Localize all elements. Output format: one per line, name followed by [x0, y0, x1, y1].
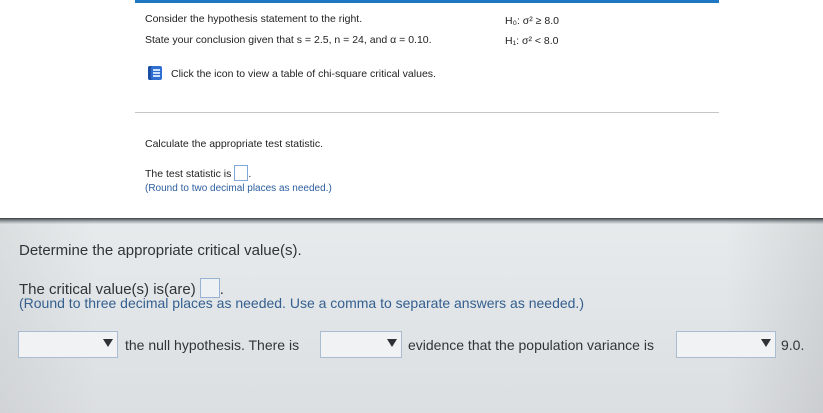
- chevron-down-icon: [761, 339, 771, 347]
- test-statistic-row: The test statistic is.: [145, 165, 251, 181]
- test-statistic-label: The test statistic is: [145, 168, 232, 180]
- conclusion-text-2: evidence that the population variance is: [408, 337, 654, 353]
- chevron-down-icon: [103, 339, 113, 347]
- alternative-hypothesis: H₁: σ² < 8.0: [505, 35, 559, 47]
- test-statistic-rounding-note: (Round to two decimal places as needed.): [145, 183, 332, 194]
- book-icon[interactable]: [148, 66, 162, 80]
- test-statistic-heading: Calculate the appropriate test statistic…: [145, 138, 324, 150]
- question-line-2: State your conclusion given that s = 2.5…: [145, 34, 432, 46]
- photographed-panel: Determine the appropriate critical value…: [0, 218, 823, 413]
- reject-decision-select[interactable]: [18, 331, 118, 358]
- critical-value-rounding-note: (Round to three decimal places as needed…: [19, 295, 584, 311]
- chevron-down-icon: [387, 339, 397, 347]
- section-divider: [135, 112, 719, 113]
- conclusion-text-1: the null hypothesis. There is: [125, 337, 300, 353]
- chi-square-table-link-text: Click the icon to view a table of chi-sq…: [171, 68, 436, 80]
- test-statistic-suffix: .: [248, 168, 252, 180]
- question-line-1: Consider the hypothesis statement to the…: [145, 13, 363, 25]
- variance-comparison-select[interactable]: [676, 331, 776, 358]
- null-hypothesis: H₀: σ² ≥ 8.0: [505, 15, 559, 27]
- problem-panel: Consider the hypothesis statement to the…: [0, 0, 823, 218]
- evidence-select[interactable]: [320, 331, 402, 358]
- top-accent-bar: [135, 0, 719, 3]
- conclusion-text-3: 9.0.: [781, 337, 805, 353]
- critical-value-heading: Determine the appropriate critical value…: [19, 242, 302, 259]
- test-statistic-input[interactable]: [234, 165, 249, 181]
